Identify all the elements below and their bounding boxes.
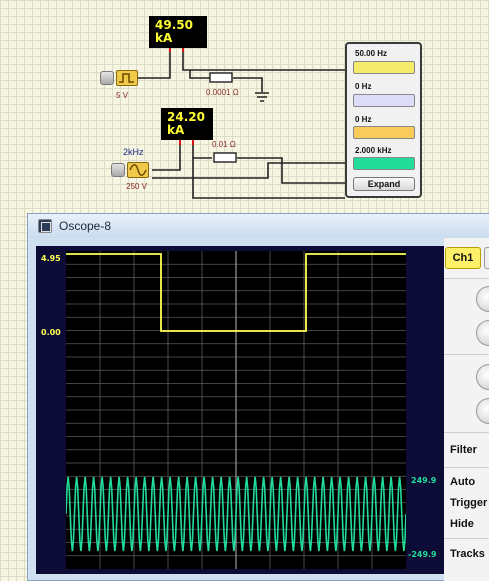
- square-source-voltage-label: 5 V: [116, 91, 129, 100]
- frequency-label-2: 0 Hz: [355, 82, 372, 91]
- frequency-bar-3[interactable]: [353, 126, 415, 139]
- sine-source-voltage-label: 250 V: [126, 182, 147, 191]
- resistor-top-label: 0.0001 Ω: [206, 88, 239, 97]
- ammeter-bottom-unit: kA: [167, 123, 185, 137]
- oscilloscope-window: Oscope-8 4.95 0.00 249.9 -249.9 Ch1 Filt…: [27, 213, 489, 581]
- channel-1-button[interactable]: Ch1: [445, 247, 481, 269]
- ammeter-bottom-value: 24.20: [167, 110, 205, 124]
- frequency-bar-4[interactable]: [353, 157, 415, 170]
- hide-button[interactable]: Hide: [450, 518, 474, 530]
- resistor-bottom-label: 0.01 Ω: [212, 140, 236, 149]
- ammeter-top[interactable]: 49.50 kA: [149, 16, 207, 48]
- filter-button[interactable]: Filter: [450, 444, 477, 456]
- trigger-button[interactable]: Trigger: [450, 497, 487, 509]
- ch1-top-label: 4.95: [41, 254, 61, 263]
- frequency-bar-1[interactable]: [353, 61, 415, 74]
- sine-wave-source[interactable]: [127, 162, 149, 178]
- oscilloscope-title: Oscope-8: [59, 219, 112, 233]
- auto-button[interactable]: Auto: [450, 476, 475, 488]
- tracks-button[interactable]: Tracks: [450, 548, 485, 560]
- ch1-zero-label: 0.00: [41, 328, 61, 337]
- oscilloscope-titlebar[interactable]: Oscope-8: [28, 214, 489, 238]
- ammeter-top-value: 49.50: [155, 18, 193, 32]
- scope-plot[interactable]: [66, 251, 406, 569]
- volts-per-div-knob[interactable]: [476, 286, 489, 312]
- oscilloscope-icon: [38, 219, 52, 233]
- frequency-label-4: 2.000 kHz: [355, 146, 392, 155]
- time-per-div-knob[interactable]: [476, 364, 489, 390]
- sine-source-frequency-label: 2kHz: [123, 147, 144, 157]
- expand-button[interactable]: Expand: [353, 177, 415, 191]
- frequency-label-1: 50.00 Hz: [355, 49, 388, 58]
- square-source-toggle-button[interactable]: [100, 71, 114, 85]
- frequency-label-3: 0 Hz: [355, 115, 372, 124]
- ammeter-bottom[interactable]: 24.20 kA: [161, 108, 213, 140]
- sine-source-toggle-button[interactable]: [111, 163, 125, 177]
- ch2-top-label: 249.9: [411, 476, 437, 485]
- ammeter-top-unit: kA: [155, 31, 173, 45]
- ch2-bottom-label: -249.9: [408, 550, 437, 559]
- time-offset-knob[interactable]: [476, 398, 489, 424]
- scope-control-panel: Ch1 Filter Auto Trigger Hide Tracks: [444, 238, 489, 581]
- frequency-panel: 50.00 Hz 0 Hz 0 Hz 2.000 kHz Expand: [345, 42, 422, 198]
- square-wave-source[interactable]: [116, 70, 138, 86]
- position-knob[interactable]: [476, 320, 489, 346]
- sine-wave-icon: [129, 164, 147, 176]
- square-wave-icon: [119, 73, 134, 83]
- oscilloscope-screen: 4.95 0.00 249.9 -249.9: [36, 246, 444, 574]
- channel-2-button[interactable]: [484, 247, 489, 269]
- frequency-bar-2[interactable]: [353, 94, 415, 107]
